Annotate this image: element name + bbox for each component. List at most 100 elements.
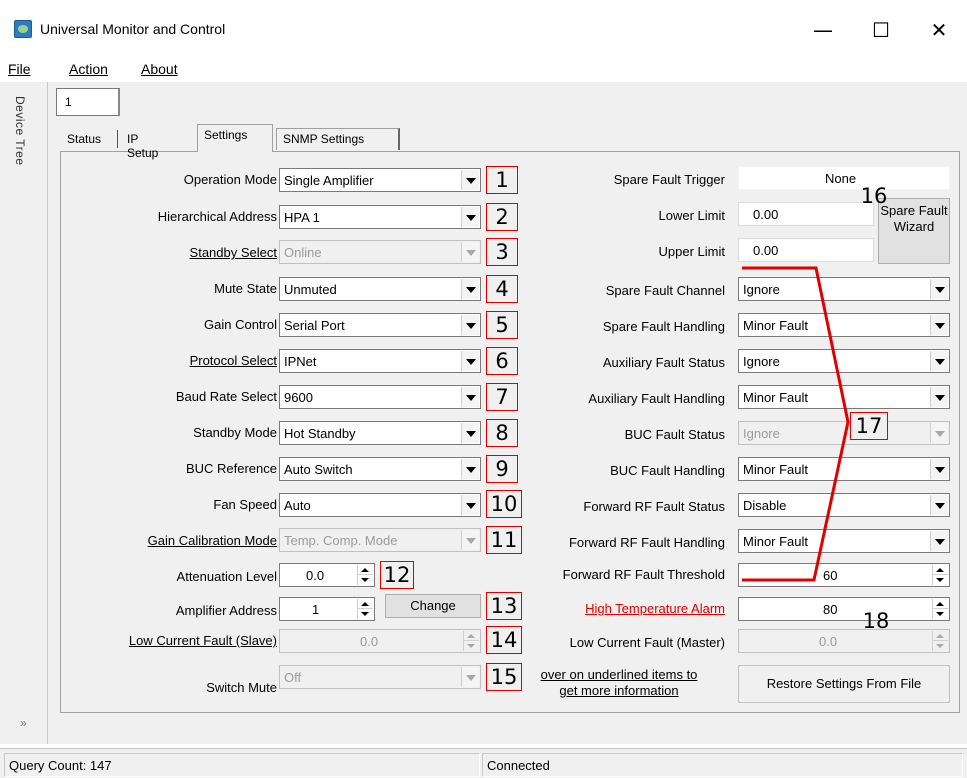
close-button[interactable]: ✕ (916, 10, 962, 50)
spin-down-icon[interactable] (933, 609, 948, 619)
chevron-down-icon[interactable] (461, 170, 479, 190)
buc-reference-label: BUC Reference (185, 461, 277, 476)
fan-speed-select[interactable]: Auto (279, 493, 481, 517)
connection-status-panel: Connected (482, 753, 963, 777)
tab-status[interactable]: Status (60, 128, 108, 150)
spin-buttons[interactable] (932, 565, 948, 585)
attenuation-level-stepper[interactable]: 0.0 (279, 563, 375, 587)
low-current-fault-slave-label[interactable]: Low Current Fault (Slave) (129, 633, 277, 648)
upper-limit-field[interactable]: 0.00 (738, 238, 874, 262)
device-tree-label[interactable]: Device Tree (13, 96, 27, 166)
spin-up-icon[interactable] (933, 599, 948, 609)
menu-file-label: File (8, 61, 31, 77)
menu-file[interactable]: File (8, 61, 31, 77)
gain-control-select[interactable]: Serial Port (279, 313, 481, 337)
connection-status-text: Connected (487, 758, 550, 773)
tab-settings[interactable]: Settings (197, 124, 273, 152)
chevron-down-icon[interactable] (461, 423, 479, 443)
gain-calibration-mode-label[interactable]: Gain Calibration Mode (148, 533, 277, 548)
chevron-down-icon[interactable] (930, 495, 948, 515)
spin-buttons[interactable] (932, 599, 948, 619)
buc-reference-select[interactable]: Auto Switch (279, 457, 481, 481)
chevron-down-icon[interactable] (461, 459, 479, 479)
annotation-bracket-line (742, 266, 850, 582)
spin-up-icon[interactable] (933, 565, 948, 575)
annotation-marker: 6 (486, 347, 518, 375)
mute-state-value: Unmuted (284, 282, 337, 297)
chevron-down-icon[interactable] (461, 315, 479, 335)
standby-mode-value: Hot Standby (284, 426, 356, 441)
tab-ip-setup[interactable]: IP Setup (120, 128, 165, 160)
chevron-down-icon[interactable] (930, 387, 948, 407)
baud-rate-select[interactable]: 9600 (279, 385, 481, 409)
spin-down-icon[interactable] (358, 575, 373, 585)
chevron-down-icon[interactable] (930, 531, 948, 551)
device-tree-panel[interactable] (0, 82, 48, 744)
lower-limit-field[interactable]: 0.00 (738, 202, 874, 226)
hover-hint-line: get more information (559, 683, 679, 698)
hierarchical-address-select[interactable]: HPA 1 (279, 205, 481, 229)
hierarchical-address-value: HPA 1 (284, 210, 320, 225)
spare-fault-handling-label: Spare Fault Handling (602, 319, 725, 334)
spin-buttons[interactable] (357, 599, 373, 619)
query-count-text: Query Count: 147 (9, 758, 112, 773)
chevron-down-icon[interactable] (930, 459, 948, 479)
operation-mode-value: Single Amplifier (284, 173, 374, 188)
low-current-fault-master-value: 0.0 (819, 634, 838, 649)
low-current-fault-master-stepper: 0.0 (738, 629, 950, 653)
high-temperature-alarm-label[interactable]: High Temperature Alarm (585, 601, 725, 616)
gain-control-label: Gain Control (204, 317, 277, 332)
maximize-button[interactable]: ☐ (858, 10, 904, 50)
minimize-button[interactable]: — (800, 10, 846, 50)
spin-up-icon[interactable] (358, 599, 373, 609)
spin-buttons[interactable] (357, 565, 373, 585)
chevron-down-icon[interactable] (461, 207, 479, 227)
standby-mode-select[interactable]: Hot Standby (279, 421, 481, 445)
hover-hint: over on underlined items to get more inf… (514, 667, 724, 699)
standby-select-label[interactable]: Standby Select (190, 245, 277, 260)
chevron-down-icon[interactable] (461, 351, 479, 371)
chevron-down-icon (461, 530, 479, 550)
spin-up-icon (933, 631, 948, 641)
low-current-fault-slave-stepper: 0.0 (279, 629, 481, 653)
menu-bar: File Action About (0, 58, 967, 82)
spare-fault-trigger-value-box: None (738, 166, 950, 190)
annotation-marker: 1 (486, 166, 518, 194)
lower-limit-label: Lower Limit (658, 208, 725, 223)
high-temperature-alarm-stepper[interactable]: 80 (738, 597, 950, 621)
annotation-marker: 16 (860, 184, 888, 208)
menu-action[interactable]: Action (69, 61, 108, 77)
protocol-select-label[interactable]: Protocol Select (190, 353, 277, 368)
device-tab[interactable]: 1 (56, 88, 120, 116)
chevron-down-icon[interactable] (461, 279, 479, 299)
chevron-down-icon[interactable] (930, 351, 948, 371)
operation-mode-label: Operation Mode (183, 172, 277, 187)
status-bar: Query Count: 147 Connected (0, 748, 967, 778)
change-address-button[interactable]: Change (385, 594, 481, 618)
spare-fault-wizard-button[interactable]: Spare Fault Wizard (878, 198, 950, 264)
menu-about[interactable]: About (141, 61, 178, 77)
amplifier-address-stepper[interactable]: 1 (279, 597, 375, 621)
spin-down-icon (933, 641, 948, 651)
restore-settings-button[interactable]: Restore Settings From File (738, 665, 950, 703)
annotation-marker: 10 (486, 490, 522, 518)
mute-state-select[interactable]: Unmuted (279, 277, 481, 301)
chevron-down-icon[interactable] (930, 315, 948, 335)
forward-rf-fault-threshold-label: Forward RF Fault Threshold (562, 567, 725, 582)
spin-down-icon[interactable] (358, 609, 373, 619)
menu-about-label: About (141, 61, 178, 77)
annotation-marker: 14 (486, 626, 522, 654)
operation-mode-select[interactable]: Single Amplifier (279, 168, 481, 192)
hierarchical-address-label: Hierarchical Address (157, 209, 277, 224)
chevron-down-icon[interactable] (461, 495, 479, 515)
spin-buttons (932, 631, 948, 651)
spin-down-icon[interactable] (933, 575, 948, 585)
protocol-select-select[interactable]: IPNet (279, 349, 481, 373)
chevron-down-icon[interactable] (461, 387, 479, 407)
expand-chevron-icon[interactable]: » (20, 716, 27, 730)
chevron-down-icon[interactable] (930, 279, 948, 299)
low-current-fault-master-label: Low Current Fault (Master) (569, 635, 725, 650)
tab-snmp-settings[interactable]: SNMP Settings (276, 128, 400, 150)
spin-up-icon[interactable] (358, 565, 373, 575)
high-temperature-alarm-value: 80 (823, 602, 838, 617)
